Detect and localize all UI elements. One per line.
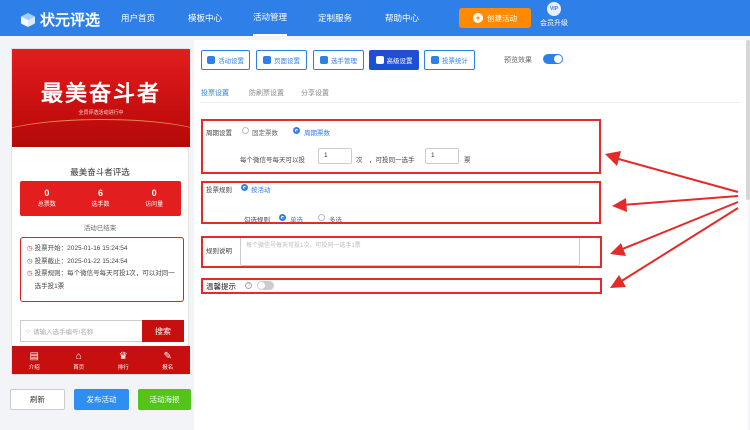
tab-vote-settings[interactable]: 投票设置 bbox=[201, 88, 229, 103]
settings-panel: 活动设置 页面设置 选手管理 高级设置 投票统计 预览效果 投票设置 防刷票设置… bbox=[194, 40, 748, 430]
event-title: 最美奋斗者评选 bbox=[70, 167, 130, 177]
nav-custom-service[interactable]: 定制服务 bbox=[318, 0, 352, 36]
preview-tab-bar: ▤ 介绍 ⌂ 首页 ♛ 排行 ✎ 报名 bbox=[12, 346, 190, 374]
tab-label: 介绍 bbox=[28, 365, 40, 371]
clock-icon: ◷ bbox=[27, 245, 33, 252]
tab-ranking[interactable]: ♛ 排行 bbox=[101, 346, 146, 374]
mobile-preview: 最美奋斗者 全员评选活动进行中 最美奋斗者评选 0 总票数 6 选手数 0 访问… bbox=[11, 48, 190, 375]
stat-value: 0 bbox=[44, 188, 50, 198]
tab-label: 报名 bbox=[162, 365, 174, 371]
tab-signup[interactable]: ✎ 报名 bbox=[146, 346, 191, 374]
vote-rule-row: ◷ 投票规则：每个微信号每天可投1次，可以对同一选手投1票 bbox=[27, 268, 177, 293]
preview-effect-label: 预览效果 bbox=[504, 57, 532, 64]
button-label: 页面设置 bbox=[274, 58, 300, 65]
event-status: 活动已结束 bbox=[83, 225, 117, 232]
nav-help[interactable]: 帮助中心 bbox=[385, 0, 419, 36]
top-navigation-bar: 状元评选 用户首页 模板中心 活动管理 定制服务 帮助中心 + 创建活动 VIP… bbox=[0, 0, 750, 36]
nav-templates[interactable]: 模板中心 bbox=[188, 0, 222, 36]
stat-total-votes: 0 总票数 bbox=[20, 181, 74, 216]
stat-value: 6 bbox=[98, 188, 104, 198]
stat-label: 访问量 bbox=[145, 202, 164, 208]
users-icon bbox=[320, 56, 328, 64]
vote-start-text: 投票开始：2025-01-16 15:24:54 bbox=[34, 245, 128, 252]
button-label: 活动设置 bbox=[218, 58, 244, 65]
vote-end-text: 投票截止：2025-01-22 15:24:54 bbox=[34, 257, 128, 265]
stat-label: 总票数 bbox=[37, 202, 56, 208]
highlight-box-tip bbox=[201, 278, 602, 294]
button-label: 高级设置 bbox=[386, 58, 413, 65]
tab-label: 首页 bbox=[73, 365, 85, 371]
highlight-box-period bbox=[201, 119, 601, 174]
button-label: 选手管理 bbox=[331, 58, 357, 65]
logo-text: 状元评选 bbox=[40, 12, 101, 29]
signup-icon: ✎ bbox=[163, 351, 172, 362]
banner-decoration bbox=[12, 119, 190, 147]
create-activity-button[interactable]: + 创建活动 bbox=[459, 8, 531, 28]
tab-intro[interactable]: ▤ 介绍 bbox=[12, 346, 57, 374]
tab-home[interactable]: ⌂ 首页 bbox=[57, 346, 102, 374]
nav-activity-management[interactable]: 活动管理 bbox=[253, 0, 288, 36]
sliders-icon bbox=[375, 56, 384, 64]
banner-subtitle: 全员评选活动进行中 bbox=[78, 110, 124, 116]
contestant-management-button[interactable]: 选手管理 bbox=[313, 50, 364, 70]
preview-effect-toggle[interactable] bbox=[543, 54, 563, 64]
stat-value: 0 bbox=[151, 188, 157, 198]
create-activity-label: 创建活动 bbox=[487, 13, 517, 23]
vote-stats-button[interactable]: 投票统计 bbox=[424, 50, 475, 70]
vip-label: 会员升级 bbox=[540, 20, 568, 27]
page-settings-button[interactable]: 页面设置 bbox=[256, 50, 307, 70]
clock-icon: ◷ bbox=[27, 270, 33, 277]
logo[interactable]: 状元评选 bbox=[20, 9, 100, 30]
event-banner: 最美奋斗者 全员评选活动进行中 bbox=[12, 49, 190, 147]
refresh-button[interactable]: 刷新 bbox=[10, 389, 65, 410]
vip-upgrade[interactable]: VIP 会员升级 bbox=[529, 2, 579, 34]
search-placeholder: 请输入选手编号/名称 bbox=[32, 329, 94, 336]
gear-icon bbox=[207, 56, 215, 64]
stat-contestants: 6 选手数 bbox=[74, 181, 128, 216]
stat-label: 选手数 bbox=[91, 202, 110, 208]
tab-anti-fraud-settings[interactable]: 防刷票设置 bbox=[249, 88, 284, 98]
search-icon: ○ bbox=[26, 327, 30, 335]
stats-panel: 0 总票数 6 选手数 0 访问量 bbox=[20, 181, 181, 216]
vip-badge-icon: VIP bbox=[547, 2, 561, 16]
banner-title: 最美奋斗者 bbox=[40, 81, 161, 107]
highlight-box-rule bbox=[201, 181, 601, 224]
activity-settings-button[interactable]: 活动设置 bbox=[201, 50, 250, 70]
logo-cube-icon bbox=[21, 12, 35, 27]
highlight-box-description bbox=[201, 236, 602, 268]
divider bbox=[200, 102, 742, 103]
vote-info-box: ◷ 投票开始：2025-01-16 15:24:54 ◷ 投票截止：2025-01-… bbox=[20, 237, 184, 302]
vote-rule-text: 投票规则：每个微信号每天可投1次，可以对同一选手投1票 bbox=[34, 270, 175, 290]
search-input[interactable]: ○ 请输入选手编号/名称 bbox=[20, 320, 142, 342]
vote-start-row: ◷ 投票开始：2025-01-16 15:24:54 bbox=[27, 243, 177, 256]
vote-end-row: ◷ 投票截止：2025-01-22 15:24:54 bbox=[27, 256, 177, 269]
nav-home[interactable]: 用户首页 bbox=[121, 0, 155, 36]
button-label: 投票统计 bbox=[442, 58, 468, 65]
gear-icon bbox=[263, 56, 271, 64]
ranking-icon: ♛ bbox=[118, 351, 128, 362]
intro-icon: ▤ bbox=[29, 351, 39, 362]
search-button[interactable]: 搜索 bbox=[142, 320, 184, 342]
tab-share-settings[interactable]: 分享设置 bbox=[301, 88, 329, 98]
tab-label: 排行 bbox=[117, 365, 129, 371]
bar-chart-icon bbox=[431, 56, 439, 64]
home-icon: ⌂ bbox=[75, 351, 82, 362]
poster-button[interactable]: 活动海报 bbox=[138, 389, 191, 410]
publish-button[interactable]: 发布活动 bbox=[74, 389, 129, 410]
clock-icon: ◷ bbox=[27, 257, 33, 265]
advanced-settings-button[interactable]: 高级设置 bbox=[369, 50, 419, 70]
contestant-search: ○ 请输入选手编号/名称 搜索 bbox=[20, 320, 184, 342]
plus-icon: + bbox=[473, 13, 483, 23]
stat-visits: 0 访问量 bbox=[127, 181, 181, 216]
scrollbar[interactable] bbox=[746, 40, 750, 200]
